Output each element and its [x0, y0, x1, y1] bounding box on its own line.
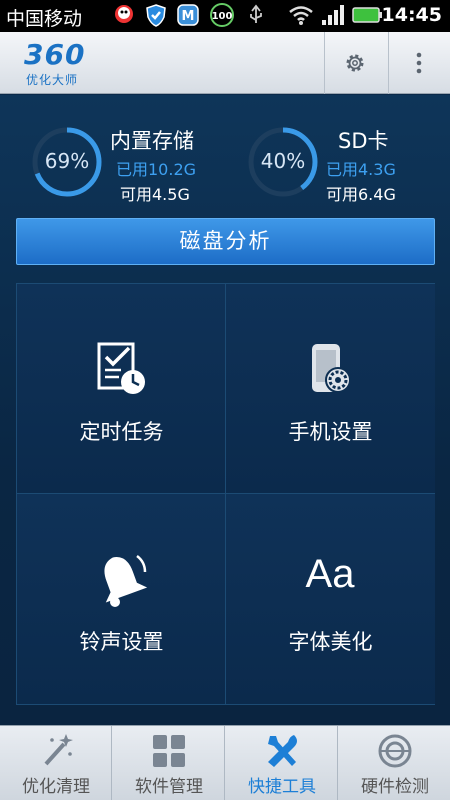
counter-badge-icon: 100	[207, 3, 237, 27]
internal-storage-percent: 69%	[44, 149, 90, 173]
tool-label: 铃声设置	[79, 630, 164, 654]
settings-button[interactable]	[324, 32, 384, 94]
usb-icon	[244, 3, 268, 27]
tab-software-manage[interactable]: 软件管理	[113, 726, 225, 800]
tool-scheduled-task[interactable]: 定时任务	[17, 284, 226, 494]
tab-optimize-clean[interactable]: 优化清理	[0, 726, 112, 800]
status-bar: 中国移动 M 100 14:45	[0, 0, 450, 32]
clock: 14:45	[381, 4, 442, 26]
sd-card-used: 已用4.3G	[326, 160, 396, 179]
more-menu-button[interactable]	[388, 32, 448, 94]
signal-icon	[320, 3, 344, 27]
sd-card-available: 可用6.4G	[326, 185, 396, 204]
disk-analysis-button[interactable]: 磁盘分析	[16, 218, 435, 265]
tab-label: 硬件检测	[361, 777, 429, 797]
internal-storage-available: 可用4.5G	[120, 185, 190, 204]
main-content: 69% 内置存储 已用10.2G 可用4.5G 40% SD卡 已用4.3G 可…	[0, 95, 450, 725]
tab-quick-tools[interactable]: 快捷工具	[226, 726, 338, 800]
tab-label: 优化清理	[22, 777, 90, 797]
tool-label: 手机设置	[288, 420, 373, 444]
gear-icon	[346, 54, 364, 72]
tab-label: 快捷工具	[248, 777, 316, 797]
sd-card-panel[interactable]: 40% SD卡 已用4.3G 可用6.4G	[246, 125, 436, 205]
app-logo: 360 优化大师	[24, 38, 104, 88]
bottom-tab-bar: 优化清理 软件管理 快捷工具 硬件检测	[0, 725, 450, 800]
svg-text:100: 100	[212, 11, 233, 22]
qq-icon	[112, 3, 136, 27]
tools-icon	[268, 735, 297, 767]
logo-main-text: 360	[24, 38, 86, 71]
internal-storage-used: 已用10.2G	[116, 160, 197, 179]
internal-storage-panel[interactable]: 69% 内置存储 已用10.2G 可用4.5G	[30, 125, 230, 205]
more-vertical-icon	[416, 52, 422, 74]
bell-icon	[104, 555, 148, 607]
phone-settings-icon	[312, 344, 351, 393]
sd-card-title: SD卡	[338, 129, 389, 153]
svg-text:M: M	[182, 9, 195, 24]
scheduled-task-icon	[97, 342, 145, 394]
tool-ringtone-settings[interactable]: 铃声设置	[17, 494, 226, 704]
carrier-name: 中国移动	[6, 8, 83, 30]
font-icon: Aa	[305, 552, 355, 596]
internal-storage-ring: 69%	[30, 125, 104, 199]
wifi-icon	[288, 3, 313, 27]
tools-grid: 定时任务 手机设置 铃声设置 Aa 字体美化	[16, 283, 435, 705]
internal-storage-title: 内置存储	[110, 129, 194, 153]
hardware-check-icon	[378, 734, 412, 768]
tool-font-beautify[interactable]: Aa 字体美化	[226, 494, 435, 704]
tool-label: 定时任务	[79, 420, 164, 444]
tab-label: 软件管理	[135, 777, 203, 797]
tab-hardware-check[interactable]: 硬件检测	[339, 726, 450, 800]
app-header: 360 优化大师	[0, 32, 450, 94]
tool-phone-settings[interactable]: 手机设置	[226, 284, 435, 494]
magic-wand-icon	[44, 734, 73, 766]
apps-grid-icon	[153, 735, 185, 767]
mail-app-icon: M	[176, 3, 200, 27]
tool-label: 字体美化	[288, 630, 373, 654]
logo-sub-text: 优化大师	[26, 73, 79, 87]
sd-card-percent: 40%	[260, 149, 306, 173]
battery-icon	[352, 3, 384, 27]
shield-icon	[144, 3, 168, 27]
sd-card-ring: 40%	[246, 125, 320, 199]
